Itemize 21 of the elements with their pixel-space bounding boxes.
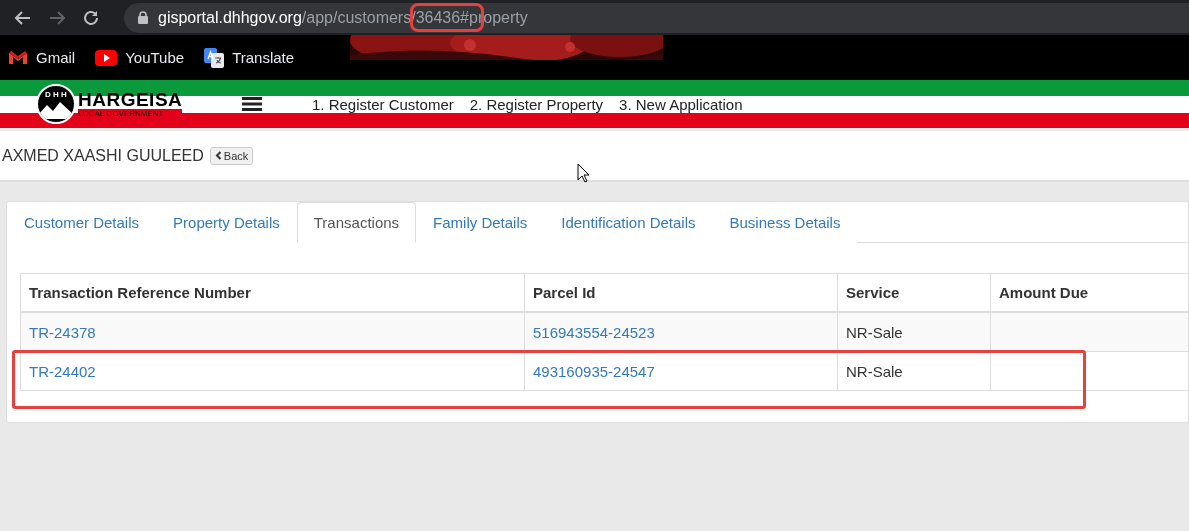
translate-icon (204, 47, 225, 68)
menu-icon[interactable] (242, 97, 262, 111)
back-button[interactable]: Back (209, 146, 254, 165)
reference-link[interactable]: TR-24402 (29, 362, 96, 380)
parcel-link[interactable]: 493160935-24547 (533, 362, 655, 380)
logo-emblem: D H H (36, 84, 76, 124)
logo-subtitle: LOCAL GOVERNMENT (78, 108, 183, 119)
chevron-left-icon (214, 151, 222, 160)
tab[interactable]: Transactions (296, 202, 417, 243)
bookmark[interactable]: YouTube (95, 49, 185, 66)
mail-icon (8, 50, 28, 65)
nav-link[interactable]: 2. Register Property (469, 95, 604, 113)
customer-name: AXMED XAASHI GUULEED (2, 146, 204, 165)
bookmark[interactable]: Translate (204, 47, 295, 68)
nav-link[interactable]: 3. New Application (619, 95, 743, 113)
bookmark[interactable]: Gmail (8, 49, 76, 66)
lock-icon (138, 11, 148, 24)
parcel-link[interactable]: 516943554-24523 (533, 323, 655, 341)
play-icon (95, 49, 118, 66)
reference-link[interactable]: TR-24378 (29, 323, 96, 341)
nav-link[interactable]: 1. Register Customer (312, 95, 454, 113)
